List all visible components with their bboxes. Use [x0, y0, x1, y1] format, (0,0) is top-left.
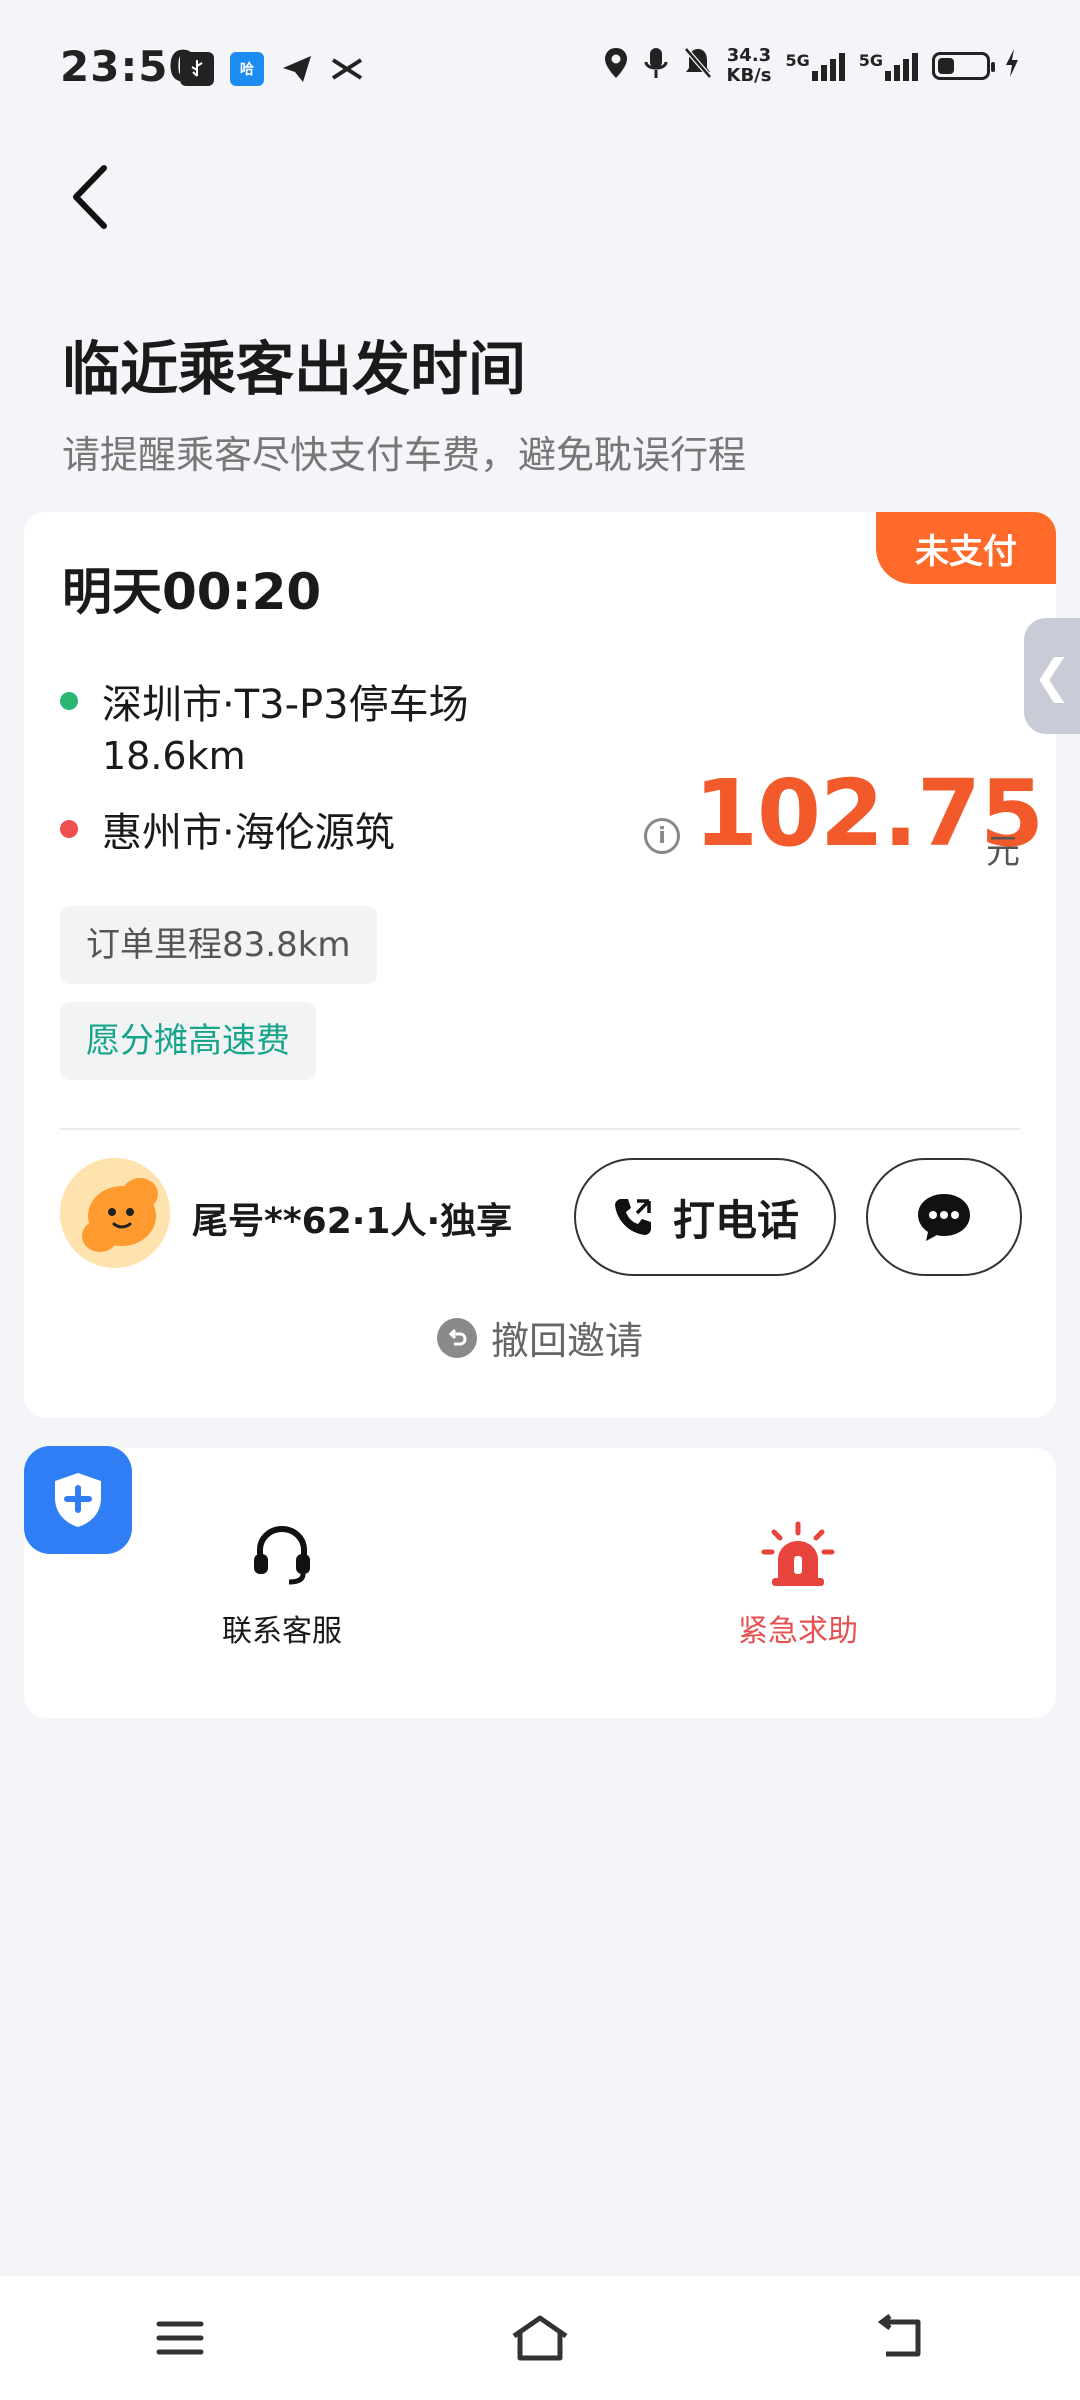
pickup-distance: 18.6km	[102, 734, 246, 778]
net-speed-value: 34.3	[726, 45, 772, 66]
origin-address: 深圳市·T3-P3停车场	[102, 682, 469, 728]
hello-app-icon: 哈	[230, 52, 264, 86]
departure-time: 明天00:20	[62, 563, 322, 621]
destination-address: 惠州市·海伦源筑	[102, 810, 395, 856]
undo-icon	[436, 1317, 477, 1358]
battery-fill	[938, 58, 955, 74]
safety-shield-button[interactable]	[24, 1446, 132, 1554]
divider	[60, 1128, 1020, 1130]
side-expand-tab[interactable]: ❮	[1024, 618, 1080, 734]
passenger-info: 尾号**62·1人·独享	[192, 1201, 513, 1242]
order-distance-tag: 订单里程83.8km	[60, 906, 377, 984]
signal-bars-icon	[885, 51, 918, 81]
emergency-help-label: 紧急求助	[738, 1614, 858, 1649]
nav-back-button[interactable]	[850, 2298, 950, 2378]
toll-share-tag: 愿分摊高速费	[60, 1002, 316, 1080]
chat-bubble-icon	[918, 1194, 970, 1241]
alarm-siren-icon	[761, 1521, 835, 1586]
signal-bars-icon	[811, 51, 845, 81]
status-right-group: 34.3 KB/s 5G 5G	[603, 46, 1021, 86]
usb-debug-icon	[180, 52, 214, 86]
phone-icon	[614, 1199, 651, 1235]
back-button[interactable]	[64, 162, 124, 232]
network-label: 5G	[785, 51, 810, 70]
x-icon	[330, 52, 364, 86]
status-app-icons: 哈	[180, 52, 364, 86]
call-button[interactable]: 打电话	[574, 1158, 836, 1276]
home-icon	[512, 2315, 568, 2361]
fare-currency: 元	[986, 832, 1020, 872]
battery-icon	[932, 52, 995, 80]
net-speed-unit: KB/s	[726, 65, 772, 86]
nav-menu-button[interactable]	[130, 2298, 230, 2378]
revoke-invite-label: 撤回邀请	[490, 1319, 643, 1363]
headset-icon	[254, 1525, 310, 1585]
mic-icon	[643, 46, 669, 86]
charging-icon	[1004, 48, 1020, 84]
chevron-left-icon	[73, 165, 107, 229]
customer-service-button[interactable]: 联系客服	[132, 1520, 432, 1650]
menu-icon	[156, 2321, 204, 2355]
emergency-help-button[interactable]: 紧急求助	[648, 1520, 948, 1650]
signal-1: 5G	[785, 51, 845, 81]
telegram-icon	[280, 52, 314, 86]
page-title: 临近乘客出发时间	[62, 335, 527, 403]
info-icon[interactable]: i	[644, 818, 680, 854]
bell-muted-icon	[683, 46, 713, 86]
avatar[interactable]	[60, 1158, 170, 1268]
status-badge: 未支付	[876, 512, 1056, 584]
location-icon	[603, 46, 629, 86]
system-nav-bar	[0, 2276, 1080, 2400]
trip-card[interactable]: 未支付 明天00:20 深圳市·T3-P3停车场 18.6km 惠州市·海伦源筑…	[24, 512, 1056, 1418]
net-speed: 34.3 KB/s	[727, 46, 772, 86]
revoke-invite-button[interactable]: 撤回邀请	[24, 1310, 1056, 1365]
call-button-label: 打电话	[672, 1195, 799, 1245]
message-button[interactable]	[866, 1158, 1022, 1276]
origin-dot-icon	[60, 692, 78, 710]
signal-2: 5G	[859, 51, 918, 81]
shield-plus-icon	[55, 1473, 101, 1527]
nav-home-button[interactable]	[490, 2298, 590, 2378]
status-time: 23:50	[60, 42, 199, 91]
page-subtitle: 请提醒乘客尽快支付车费，避免耽误行程	[62, 433, 747, 477]
customer-service-label: 联系客服	[222, 1614, 342, 1649]
destination-dot-icon	[60, 820, 78, 838]
avatar-image	[60, 1158, 170, 1268]
back-arrow-icon	[877, 2314, 921, 2357]
network-label: 5G	[858, 51, 883, 70]
